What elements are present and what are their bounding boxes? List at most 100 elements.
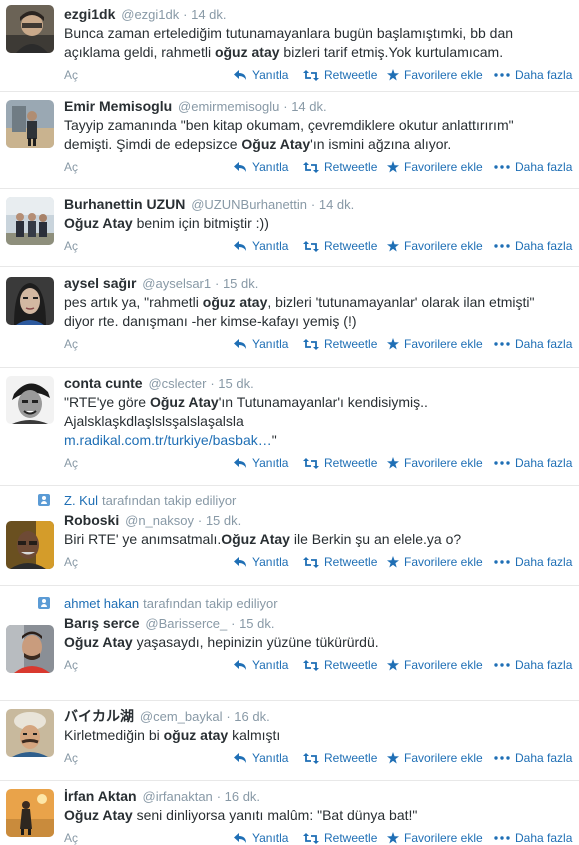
reply-button[interactable]: Yanıtla <box>234 829 288 845</box>
avatar[interactable] <box>6 789 54 837</box>
avatar[interactable] <box>6 5 54 53</box>
expand-link[interactable]: Aç <box>64 829 78 845</box>
user-handle[interactable]: @ezgi1dk <box>121 7 179 22</box>
reply-button[interactable]: Yanıtla <box>234 237 288 255</box>
favorite-button[interactable]: Favorilere ekle <box>387 158 483 176</box>
user-handle[interactable]: @irfanaktan <box>143 789 213 804</box>
tweet-content: Barış serce @Barisserce_ · 15 dk. Oğuz At… <box>64 612 579 674</box>
more-button[interactable]: Daha fazla <box>494 656 572 674</box>
tweet-timestamp[interactable]: · 15 dk. <box>210 376 253 391</box>
user-fullname[interactable]: aysel sağır <box>64 275 136 291</box>
reply-button[interactable]: Yanıtla <box>234 656 288 674</box>
user-handle[interactable]: @cslecter <box>148 376 206 391</box>
retweet-button[interactable]: Retweetle <box>303 656 377 674</box>
tweet: Burhanettin UZUN @UZUNBurhanettin · 14 d… <box>0 189 579 267</box>
user-fullname[interactable]: Roboski <box>64 512 119 528</box>
tweet-text: pes artık ya, "rahmetli oğuz atay, bizle… <box>64 293 569 331</box>
tweet-text-line: "RTE'ye göre Oğuz Atay'ın Tutunamayanlar… <box>64 393 569 412</box>
retweet-button[interactable]: Retweetle <box>303 237 377 255</box>
expand-link[interactable]: Aç <box>64 66 78 84</box>
reply-button[interactable]: Yanıtla <box>234 66 288 84</box>
reply-button[interactable]: Yanıtla <box>234 454 288 472</box>
retweet-button[interactable]: Retweetle <box>303 335 377 353</box>
favorite-button[interactable]: Favorilere ekle <box>387 237 483 255</box>
user-handle[interactable]: @Barisserce_ <box>145 616 227 631</box>
retweet-label: Retweetle <box>324 68 378 82</box>
user-handle[interactable]: @cem_baykal <box>140 709 223 724</box>
favorite-button[interactable]: Favorilere ekle <box>387 656 483 674</box>
user-fullname[interactable]: Emir Memisoglu <box>64 98 172 114</box>
retweet-label: Retweetle <box>324 555 378 569</box>
reply-icon <box>234 457 252 469</box>
avatar[interactable] <box>6 625 54 673</box>
expand-link[interactable]: Aç <box>64 749 78 767</box>
more-label: Daha fazla <box>515 555 573 569</box>
user-handle[interactable]: @n_naksoy <box>125 513 194 528</box>
person-icon <box>38 494 50 506</box>
reply-button[interactable]: Yanıtla <box>234 158 288 176</box>
retweet-button[interactable]: Retweetle <box>303 158 377 176</box>
expand-link[interactable]: Aç <box>64 454 78 472</box>
tweet-text-line: demişti. Şimdi de edepsizce Oğuz Atay'ın… <box>64 135 569 154</box>
user-handle[interactable]: @ayselsar1 <box>142 276 211 291</box>
tweet-text: Biri RTE' ye anımsatmalı.Oğuz Atay ile B… <box>64 530 569 549</box>
user-fullname[interactable]: conta cunte <box>64 375 143 391</box>
favorite-button[interactable]: Favorilere ekle <box>387 829 483 845</box>
user-fullname[interactable]: Barış serce <box>64 615 140 631</box>
user-fullname[interactable]: İrfan Aktan <box>64 788 137 804</box>
follow-context-name[interactable]: ahmet hakan <box>64 596 139 611</box>
more-button[interactable]: Daha fazla <box>494 829 572 845</box>
more-button[interactable]: Daha fazla <box>494 454 572 472</box>
favorite-button[interactable]: Favorilere ekle <box>387 66 483 84</box>
favorite-label: Favorilere ekle <box>404 456 483 470</box>
avatar[interactable] <box>6 277 54 325</box>
tweet-timestamp[interactable]: · 14 dk. <box>311 197 354 212</box>
expand-link[interactable]: Aç <box>64 553 78 571</box>
user-handle[interactable]: @emirmemisoglu <box>178 99 279 114</box>
expand-link[interactable]: Aç <box>64 158 78 176</box>
more-button[interactable]: Daha fazla <box>494 66 572 84</box>
reply-button[interactable]: Yanıtla <box>234 335 288 353</box>
more-button[interactable]: Daha fazla <box>494 553 572 571</box>
retweet-button[interactable]: Retweetle <box>303 454 377 472</box>
tweet-timestamp[interactable]: · 15 dk. <box>215 276 258 291</box>
favorite-button[interactable]: Favorilere ekle <box>387 335 483 353</box>
more-button[interactable]: Daha fazla <box>494 158 572 176</box>
user-fullname[interactable]: バイカル湖 <box>64 708 134 724</box>
favorite-button[interactable]: Favorilere ekle <box>387 749 483 767</box>
follow-context-name[interactable]: Z. Kul <box>64 493 98 508</box>
tweet-link[interactable]: m.radikal.com.tr/turkiye/basbak… <box>64 432 272 448</box>
more-button[interactable]: Daha fazla <box>494 335 572 353</box>
tweet-timestamp[interactable]: · 16 dk. <box>226 709 269 724</box>
retweet-button[interactable]: Retweetle <box>303 829 377 845</box>
user-fullname[interactable]: Burhanettin UZUN <box>64 196 185 212</box>
tweet-timestamp[interactable]: · 15 dk. <box>198 513 241 528</box>
retweet-button[interactable]: Retweetle <box>303 749 377 767</box>
expand-link[interactable]: Aç <box>64 335 78 353</box>
avatar[interactable] <box>6 100 54 148</box>
tweet-text-segment: bizleri tarif etmiş.Yok kurtulamıcam. <box>279 44 504 60</box>
tweet-timestamp[interactable]: · 14 dk. <box>183 7 226 22</box>
retweet-button[interactable]: Retweetle <box>303 553 377 571</box>
more-button[interactable]: Daha fazla <box>494 749 572 767</box>
highlighted-keyword: Oğuz Atay <box>64 807 133 823</box>
star-icon <box>387 752 404 764</box>
avatar[interactable] <box>6 521 54 569</box>
expand-link[interactable]: Aç <box>64 237 78 255</box>
avatar[interactable] <box>6 709 54 757</box>
tweet-timestamp[interactable]: · 16 dk. <box>217 789 260 804</box>
reply-button[interactable]: Yanıtla <box>234 749 288 767</box>
reply-button[interactable]: Yanıtla <box>234 553 288 571</box>
favorite-button[interactable]: Favorilere ekle <box>387 553 483 571</box>
avatar[interactable] <box>6 376 54 424</box>
more-button[interactable]: Daha fazla <box>494 237 572 255</box>
tweet-content: Burhanettin UZUN @UZUNBurhanettin · 14 d… <box>64 189 579 255</box>
tweet-timestamp[interactable]: · 15 dk. <box>231 616 274 631</box>
user-handle[interactable]: @UZUNBurhanettin <box>191 197 307 212</box>
user-fullname[interactable]: ezgi1dk <box>64 6 115 22</box>
tweet-timestamp[interactable]: · 14 dk. <box>283 99 326 114</box>
expand-link[interactable]: Aç <box>64 656 78 674</box>
retweet-button[interactable]: Retweetle <box>303 66 377 84</box>
avatar[interactable] <box>6 197 54 245</box>
favorite-button[interactable]: Favorilere ekle <box>387 454 483 472</box>
